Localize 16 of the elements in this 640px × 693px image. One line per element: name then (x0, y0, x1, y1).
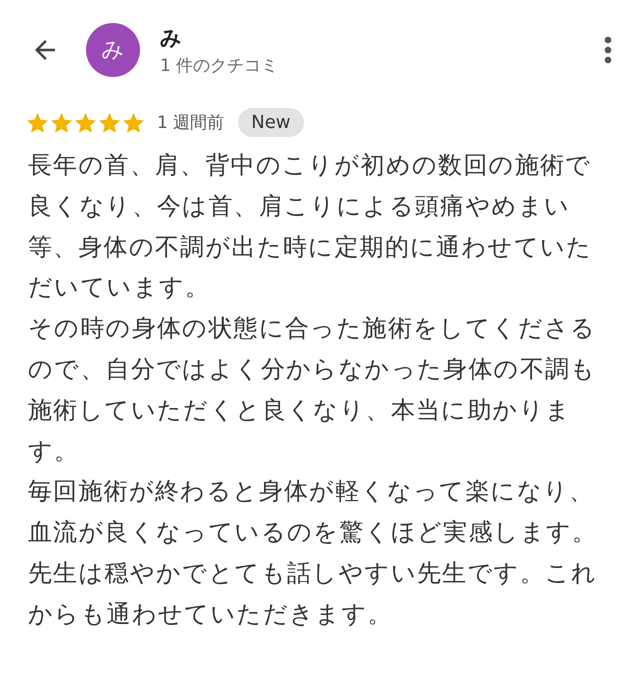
star-icon (50, 112, 73, 134)
review-time: 1 週間前 (157, 112, 224, 134)
review-paragraph: 長年の首、肩、背中のこりが初めの数回の施術で良くなり、今は首、肩こりによる頭痛やめまい等、身体の不調が出た時に定期的に通わせていただいています。 (28, 150, 594, 304)
review-paragraph: その時の身体の状態に合った施術をしてくださるので、自分ではよく分からなかった身体の不調も施術していただくと良くなり、本当に助かります。 (28, 313, 598, 467)
reviewer-name: み (160, 24, 183, 52)
star-icon (74, 112, 97, 134)
review-paragraph: 毎回施術が終わると身体が軽くなって楽になり、血流が良くなっているのを驚くほど実感します。 (28, 476, 598, 548)
review-count: 1 件のクチコミ (160, 54, 280, 76)
avatar: み (86, 23, 140, 77)
new-badge: New (238, 108, 304, 137)
review-paragraph: 先生は穏やかでとても話しやすい先生です。これからも通わせていただきます。 (28, 558, 598, 630)
star-icon (98, 112, 121, 134)
star-icon (122, 112, 145, 134)
more-menu-button[interactable] (604, 36, 612, 64)
star-icon (26, 112, 49, 134)
more-vertical-icon (604, 36, 612, 64)
